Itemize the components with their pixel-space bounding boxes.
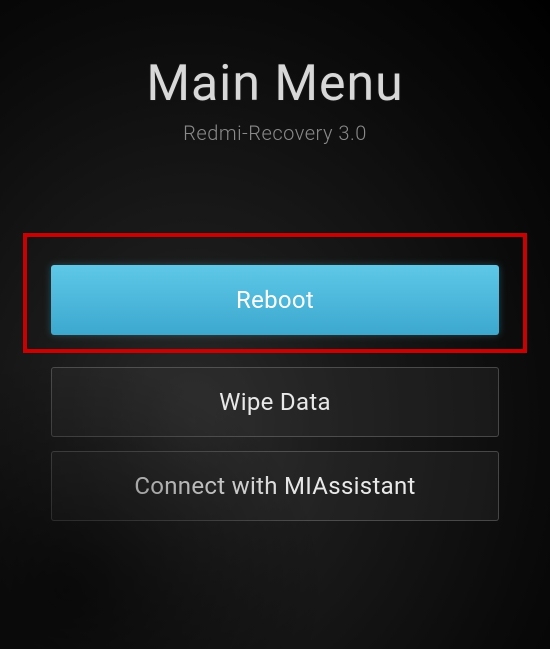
page-title: Main Menu (146, 55, 403, 113)
wipe-data-button[interactable]: Wipe Data (51, 367, 499, 437)
reboot-label: Reboot (236, 286, 314, 314)
wipe-data-label: Wipe Data (219, 388, 331, 416)
menu-container: Reboot Wipe Data Connect with MIAssistan… (0, 233, 550, 521)
connect-miassistant-label: Connect with MIAssistant (134, 472, 415, 500)
reboot-button[interactable]: Reboot (51, 265, 499, 335)
annotation-highlight: Reboot (23, 233, 527, 353)
connect-miassistant-button[interactable]: Connect with MIAssistant (51, 451, 499, 521)
recovery-screen: Main Menu Redmi-Recovery 3.0 Reboot Wipe… (0, 0, 550, 649)
page-subtitle: Redmi-Recovery 3.0 (183, 121, 367, 145)
